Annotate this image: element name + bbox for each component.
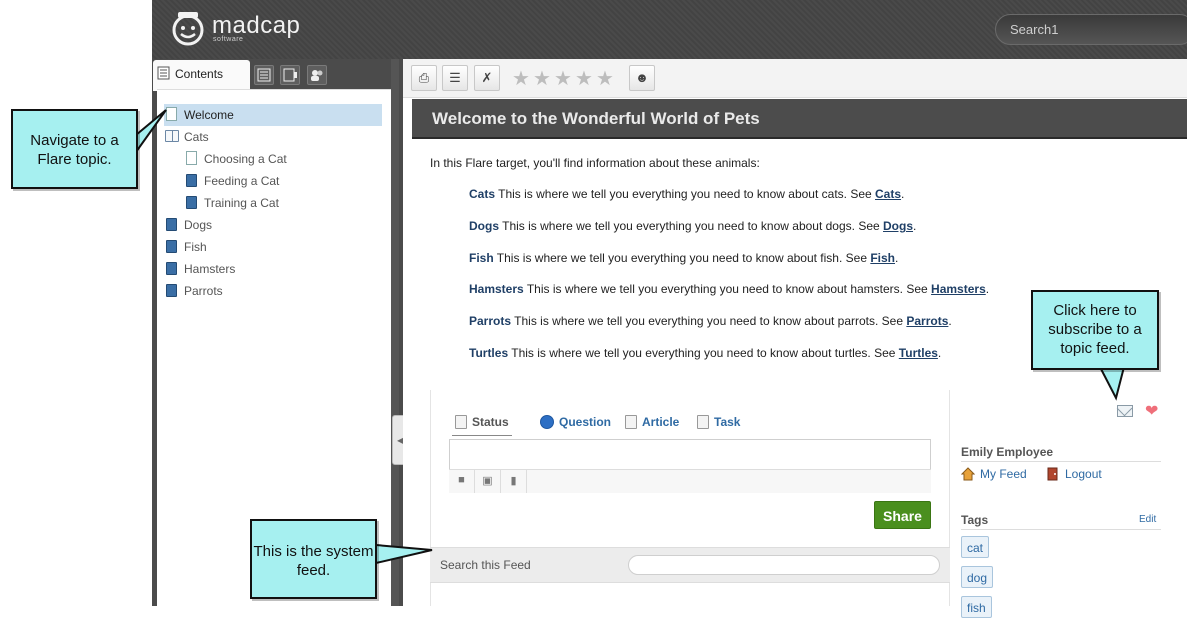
callout-system-feed: This is the system feed. xyxy=(250,519,377,599)
callout-pointers xyxy=(135,109,1126,565)
callout-subscribe: Click here to subscribe to a topic feed. xyxy=(1031,290,1159,370)
callout-navigate: Navigate to a Flare topic. xyxy=(11,109,138,189)
